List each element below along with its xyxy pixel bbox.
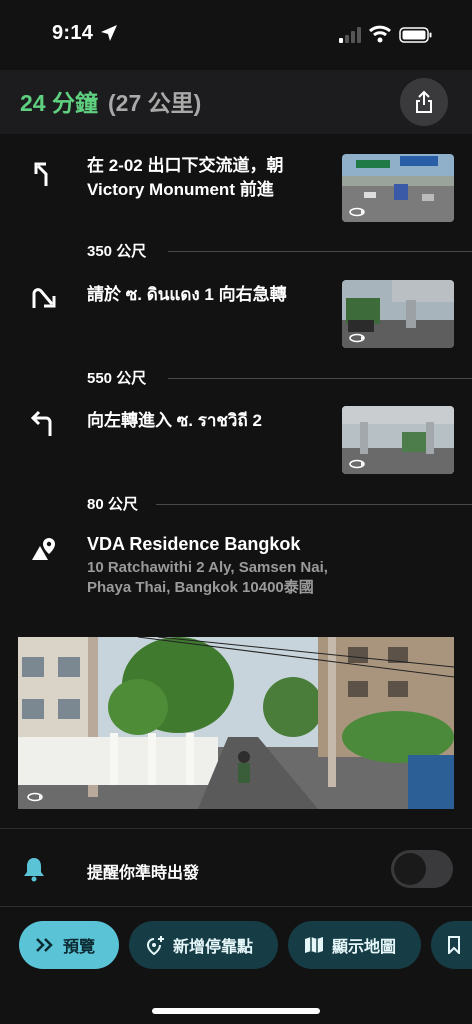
chevrons-right-icon <box>36 938 53 952</box>
360-view-icon <box>349 333 365 343</box>
share-icon <box>416 90 432 113</box>
save-button[interactable] <box>431 921 472 969</box>
divider-line <box>0 828 472 829</box>
reminder-label: 提醒你準時出發 <box>87 865 200 882</box>
route-header: 24 分鐘 (27 公里) <box>0 70 472 134</box>
step-instruction: 在 2-02 出口下交流道，朝 Victory Monument 前進 <box>87 156 284 199</box>
wifi-icon <box>369 25 391 43</box>
turn-sharp-right-icon <box>32 288 56 308</box>
add-stop-button[interactable]: 新增停靠點 <box>129 921 278 969</box>
destination-street-view[interactable] <box>18 637 454 809</box>
share-button[interactable] <box>400 78 448 126</box>
home-indicator <box>152 1008 320 1014</box>
step-distance: 80 公尺 <box>87 496 138 513</box>
divider-line <box>168 251 472 252</box>
destination-address: 10 Ratchawithi 2 Aly, Samsen Nai, Phaya … <box>87 559 328 596</box>
divider-line <box>168 378 472 379</box>
turn-slight-left-icon <box>34 162 48 186</box>
destination-name: VDA Residence Bangkok <box>87 534 301 554</box>
360-view-icon <box>349 459 365 469</box>
location-arrow-icon <box>101 25 117 41</box>
step-instruction: 向左轉進入 ซ. ราชวิถี 2 <box>87 411 262 430</box>
add-stop-icon <box>146 936 164 955</box>
battery-icon <box>399 27 432 43</box>
street-view-thumbnail[interactable] <box>342 280 454 348</box>
bell-icon <box>24 858 44 882</box>
toggle-knob <box>394 853 426 885</box>
step-distance: 550 公尺 <box>87 370 147 387</box>
street-view-thumbnail[interactable] <box>342 154 454 222</box>
street-view-thumbnail[interactable] <box>342 406 454 474</box>
step-instruction: 請於 ซ. ดินแดง 1 向右急轉 <box>87 285 287 304</box>
divider-line <box>156 504 472 505</box>
eta-distance: (27 公里) <box>108 90 202 116</box>
street-view-image <box>18 637 454 809</box>
turn-left-icon <box>30 410 52 436</box>
show-map-button[interactable]: 顯示地圖 <box>288 921 421 969</box>
map-icon <box>305 937 323 953</box>
bottom-action-bar: 預覽 新增停靠點 顯示地圖 <box>0 908 472 1024</box>
360-view-icon <box>27 792 43 802</box>
distance-separator: 550 公尺 <box>87 367 472 389</box>
cellular-signal-icon <box>339 27 361 43</box>
distance-separator: 80 公尺 <box>87 493 472 515</box>
divider-line <box>0 906 472 907</box>
distance-separator: 350 公尺 <box>87 240 472 262</box>
destination-pin-icon <box>32 538 55 560</box>
bookmark-icon <box>448 936 460 954</box>
eta-time: 24 分鐘 <box>20 90 98 116</box>
360-view-icon <box>349 207 365 217</box>
show-map-button-label: 顯示地圖 <box>332 939 397 956</box>
add-stop-button-label: 新增停靠點 <box>173 939 254 956</box>
preview-button-label: 預覽 <box>63 939 96 956</box>
preview-button[interactable]: 預覽 <box>19 921 119 969</box>
status-bar: 9:14 <box>0 0 472 70</box>
status-time: 9:14 <box>52 22 94 44</box>
step-distance: 350 公尺 <box>87 243 147 260</box>
reminder-toggle[interactable] <box>391 850 453 888</box>
